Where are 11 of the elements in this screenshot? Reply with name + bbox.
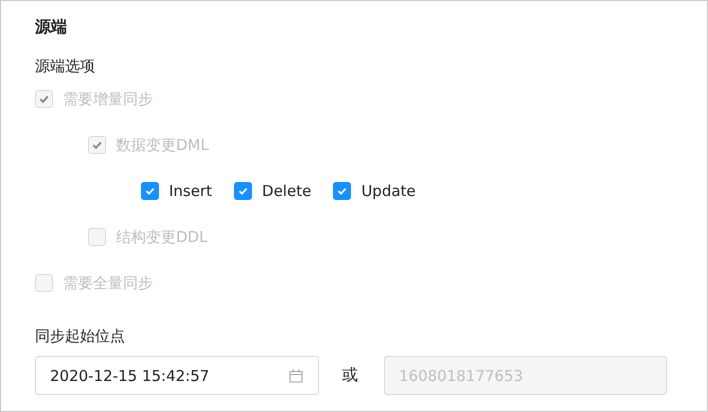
checkmark-icon (336, 185, 348, 197)
calendar-icon (288, 368, 304, 384)
separator-text: 或 (342, 365, 358, 386)
section-title: 源端 (35, 16, 68, 38)
checkmark-icon (144, 185, 156, 197)
start-point-label: 同步起始位点 (35, 326, 126, 346)
checkmark-icon (237, 185, 250, 197)
checkmark-icon (38, 93, 50, 105)
checkmark-icon (91, 139, 103, 151)
datetime-field[interactable]: 2020-12-15 15:42:57 (35, 356, 319, 395)
options-label: 源端选项 (35, 56, 96, 76)
